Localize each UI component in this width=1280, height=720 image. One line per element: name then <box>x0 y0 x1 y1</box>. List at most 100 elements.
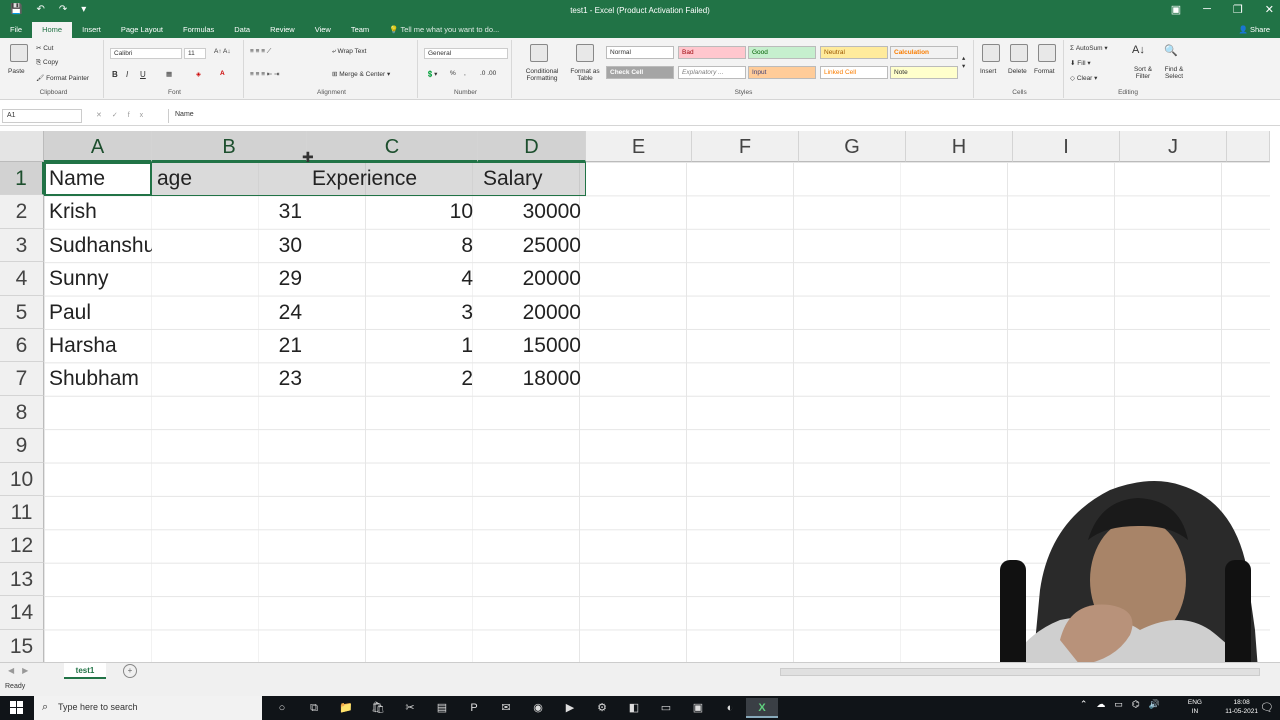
cell-d6[interactable]: 15000 <box>478 329 586 362</box>
cell-a3[interactable]: Sudhanshu <box>44 229 152 262</box>
language-indicator[interactable]: ENG IN <box>1188 698 1202 716</box>
tab-team[interactable]: Team <box>341 22 379 38</box>
cell-d7[interactable]: 18000 <box>478 362 586 395</box>
mail-icon[interactable]: ✉ <box>490 698 522 718</box>
delete-cells-icon[interactable] <box>1010 44 1028 62</box>
cell-d1[interactable]: Salary <box>478 162 586 195</box>
onenote-icon[interactable]: ▤ <box>426 698 458 718</box>
format-as-table-icon[interactable] <box>576 44 594 62</box>
copy-button[interactable]: ⎘ Copy <box>36 59 58 67</box>
teams-icon[interactable]: ◧ <box>618 698 650 718</box>
column-header-a[interactable]: A <box>44 131 152 162</box>
cortana-icon[interactable]: ○ <box>266 698 298 718</box>
clear-button[interactable]: ◇ Clear ▾ <box>1070 74 1097 82</box>
tab-review[interactable]: Review <box>260 22 305 38</box>
powerpoint-icon[interactable]: P <box>458 698 490 718</box>
cell-c3[interactable]: 8 <box>307 229 478 262</box>
percent-button[interactable]: % <box>450 70 456 77</box>
formula-icons[interactable]: ✕✓fx <box>96 111 153 119</box>
row-header-1[interactable]: 1 <box>0 162 44 196</box>
row-header-3[interactable]: 3 <box>0 228 44 263</box>
app-icon[interactable]: ▣ <box>682 698 714 718</box>
fill-button[interactable]: ⬇ Fill ▾ <box>1070 59 1091 67</box>
cell-a2[interactable]: Krish <box>44 195 152 228</box>
formula-input[interactable]: Name <box>168 109 1268 123</box>
notification-icon[interactable]: 🗨 <box>1260 701 1274 714</box>
paste-button[interactable]: Paste <box>8 68 25 75</box>
row-header-10[interactable]: 10 <box>0 462 44 496</box>
style-normal[interactable]: Normal <box>606 46 674 59</box>
cell-d3[interactable]: 25000 <box>478 229 586 262</box>
row-header-13[interactable]: 13 <box>0 562 44 597</box>
cell-c4[interactable]: 4 <box>307 262 478 295</box>
comma-button[interactable]: , <box>464 70 466 77</box>
font-name-select[interactable]: Calibri <box>110 48 182 59</box>
cell-b7[interactable]: 23 <box>152 362 307 395</box>
tab-formulas[interactable]: Formulas <box>173 22 224 38</box>
chrome-icon[interactable]: ◉ <box>522 698 554 718</box>
horizontal-scrollbar[interactable] <box>780 668 1260 676</box>
insert-cells-icon[interactable] <box>982 44 1000 62</box>
row-header-15[interactable]: 15 <box>0 629 44 663</box>
style-neutral[interactable]: Neutral <box>820 46 888 59</box>
tell-me-box[interactable]: 💡 Tell me what you want to do... <box>379 22 509 38</box>
taskbar-clock[interactable]: 18:08 11-05-2021 <box>1225 698 1258 716</box>
styles-scroll-icon[interactable]: ▴ ▾ <box>962 54 965 70</box>
cell-c5[interactable]: 3 <box>307 296 478 329</box>
column-header-g[interactable]: G <box>799 131 906 162</box>
cut-button[interactable]: ✂ Cut <box>36 44 53 52</box>
column-header-e[interactable]: E <box>586 131 692 162</box>
delete-cells-button[interactable]: Delete <box>1008 68 1027 75</box>
cell-c6[interactable]: 1 <box>307 329 478 362</box>
cell-b2[interactable]: 31 <box>152 195 307 228</box>
tab-file[interactable]: File <box>0 22 32 38</box>
select-all-corner[interactable] <box>0 131 44 162</box>
sheet-tab-test1[interactable]: test1 <box>64 663 106 679</box>
sheet-nav-arrows[interactable]: ◀▶ <box>8 666 36 675</box>
column-header-h[interactable]: H <box>906 131 1013 162</box>
cell-a6[interactable]: Harsha <box>44 329 152 362</box>
row-header-4[interactable]: 4 <box>0 262 44 296</box>
add-sheet-button[interactable]: + <box>123 664 137 678</box>
snipping-tool-icon[interactable]: ✂ <box>394 698 426 718</box>
close-icon[interactable]: ✕ <box>1265 3 1274 16</box>
network-icon[interactable]: ⌬ <box>1132 699 1140 710</box>
cell-c7[interactable]: 2 <box>307 362 478 395</box>
format-painter-button[interactable]: 🖌 Format Painter <box>36 74 89 82</box>
row-header-9[interactable]: 9 <box>0 429 44 463</box>
conditional-formatting-icon[interactable] <box>530 44 548 62</box>
fill-color-icon[interactable]: ◈ <box>196 70 201 78</box>
format-as-table-button[interactable]: Format as Table <box>564 68 606 82</box>
file-explorer-icon[interactable]: 📁 <box>330 698 362 718</box>
cell-d4[interactable]: 20000 <box>478 262 586 295</box>
row-header-5[interactable]: 5 <box>0 295 44 329</box>
row-header-8[interactable]: 8 <box>0 395 44 430</box>
cell-b5[interactable]: 24 <box>152 296 307 329</box>
row-header-7[interactable]: 7 <box>0 362 44 396</box>
style-linked-cell[interactable]: Linked Cell <box>820 66 888 79</box>
style-calculation[interactable]: Calculation <box>890 46 958 59</box>
row-header-11[interactable]: 11 <box>0 496 44 530</box>
volume-icon[interactable]: 🔊 <box>1149 699 1160 710</box>
bold-button[interactable]: B <box>112 70 118 79</box>
row-header-2[interactable]: 2 <box>0 195 44 229</box>
style-check-cell[interactable]: Check Cell <box>606 66 674 79</box>
italic-button[interactable]: I <box>126 70 128 79</box>
style-note[interactable]: Note <box>890 66 958 79</box>
column-header-blank[interactable] <box>1227 131 1270 162</box>
font-color-icon[interactable]: A <box>220 70 225 77</box>
horizontal-align-icons[interactable]: ≡ ≡ ≡ ⇤ ⇥ <box>250 70 280 78</box>
excel-taskbar-icon[interactable]: X <box>746 698 778 718</box>
column-header-j[interactable]: J <box>1120 131 1227 162</box>
insert-cells-button[interactable]: Insert <box>980 68 996 75</box>
task-view-icon[interactable]: ⧉ <box>298 698 330 718</box>
cloud-icon[interactable]: ☁ <box>1096 699 1105 710</box>
grow-font-icon[interactable]: A↑ A↓ <box>214 48 231 55</box>
currency-icon[interactable]: 💲▾ <box>426 70 437 78</box>
cell-b3[interactable]: 30 <box>152 229 307 262</box>
column-header-f[interactable]: F <box>692 131 799 162</box>
tab-data[interactable]: Data <box>224 22 260 38</box>
name-box[interactable]: A1 <box>2 109 82 123</box>
tab-insert[interactable]: Insert <box>72 22 111 38</box>
terminal-icon[interactable]: ▭ <box>650 698 682 718</box>
